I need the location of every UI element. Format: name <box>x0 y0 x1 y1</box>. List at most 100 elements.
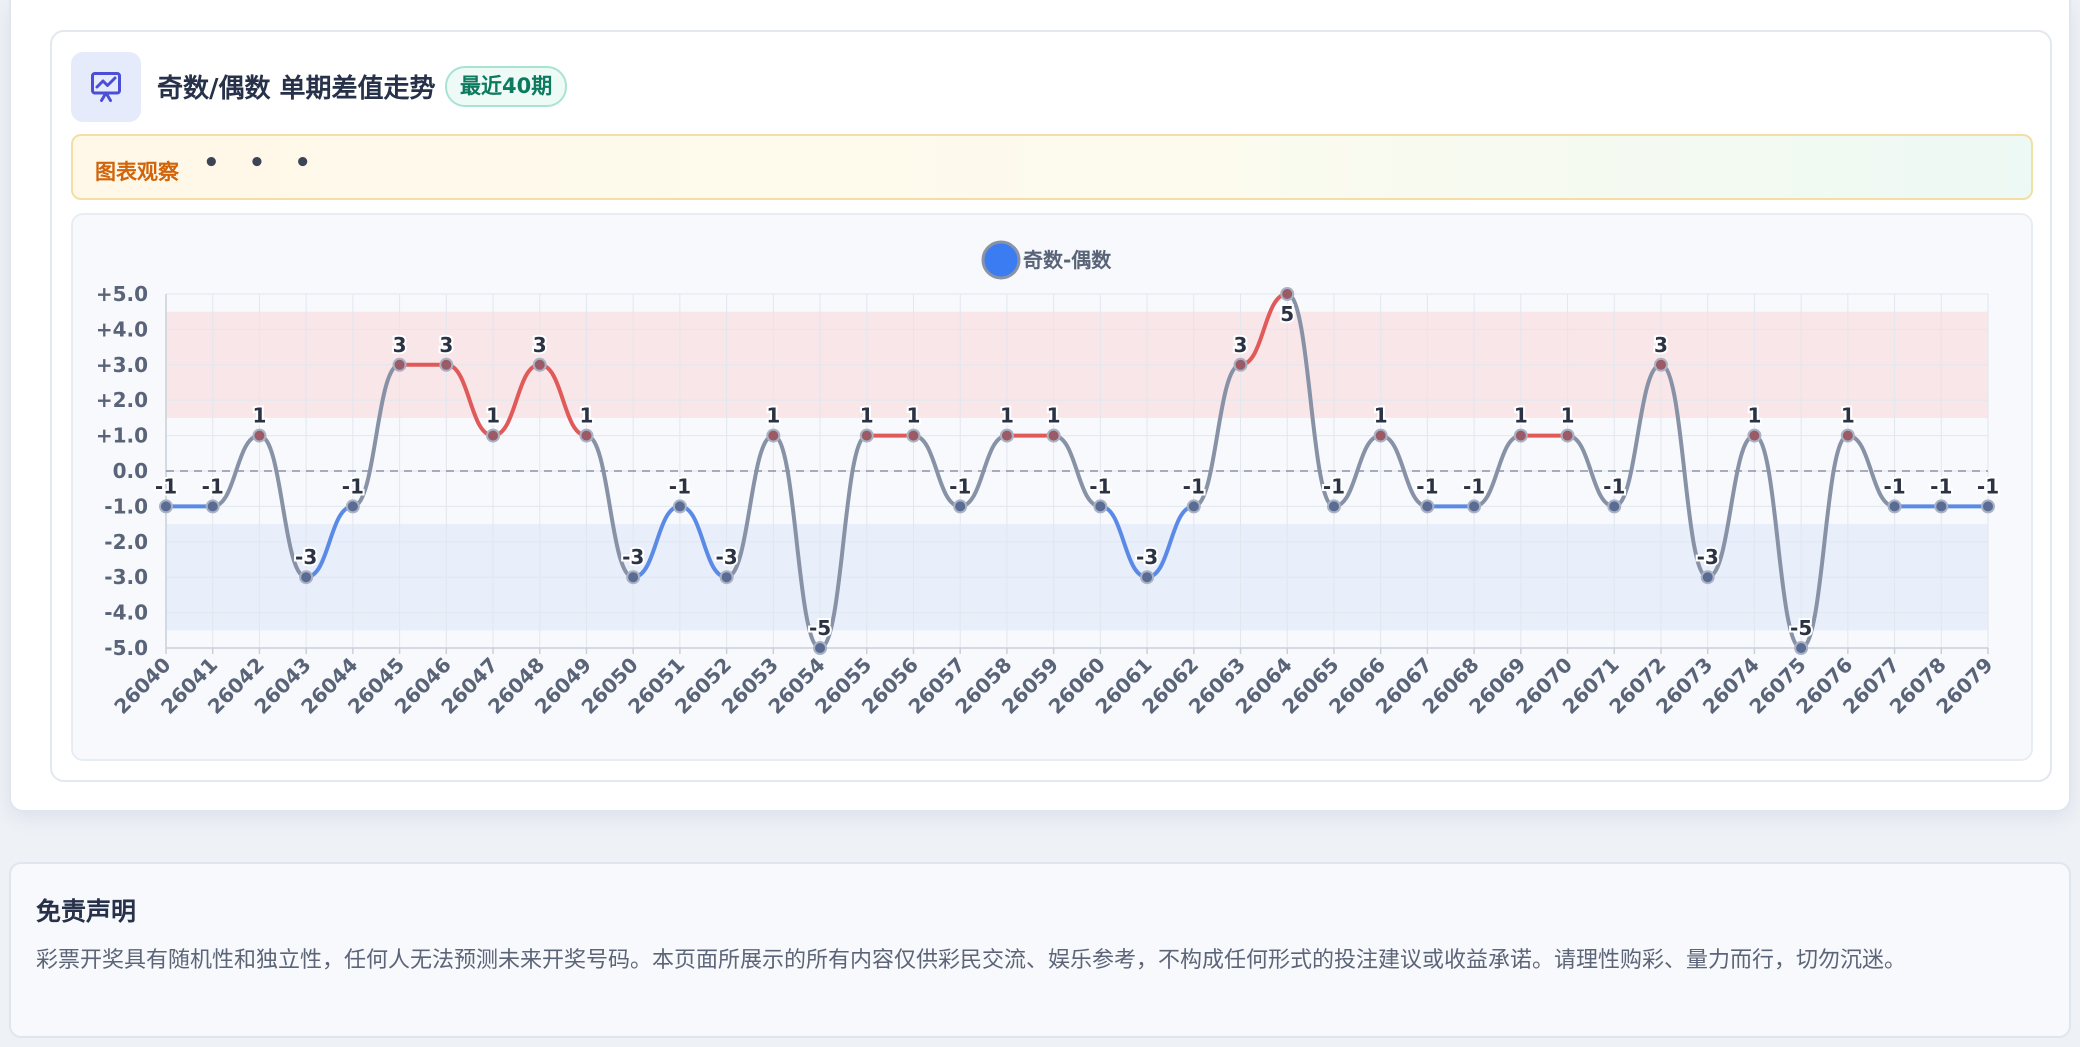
data-point <box>1046 428 1061 443</box>
data-label: -3 <box>716 545 738 569</box>
data-label: -1 <box>1416 474 1438 498</box>
data-point <box>1981 499 1995 514</box>
data-label: -1 <box>342 474 364 498</box>
data-point <box>252 428 267 443</box>
data-label: 3 <box>1234 333 1248 357</box>
data-label: 1 <box>486 404 500 428</box>
data-point <box>672 499 687 514</box>
data-point <box>1560 428 1575 443</box>
data-point <box>1280 287 1295 301</box>
data-label: 1 <box>580 404 594 428</box>
presentation-chart-icon <box>71 52 141 122</box>
y-tick-label: -5.0 <box>104 636 148 660</box>
data-point <box>532 357 547 372</box>
data-label: -3 <box>1136 545 1158 569</box>
disclaimer-text: 彩票开奖具有随机性和独立性，任何人无法预测未来开奖号码。本页面所展示的所有内容仅… <box>36 948 1907 973</box>
data-point <box>1840 428 1855 443</box>
y-tick-label: -1.0 <box>104 494 148 518</box>
data-point <box>999 428 1014 443</box>
data-point <box>1186 499 1201 514</box>
data-point <box>1747 428 1762 443</box>
data-label: 3 <box>533 333 547 357</box>
data-label: 1 <box>766 404 780 428</box>
data-label: -1 <box>1603 474 1625 498</box>
y-tick-label: +4.0 <box>96 317 148 341</box>
data-point <box>906 428 921 443</box>
data-point <box>1887 499 1902 514</box>
data-label: -1 <box>949 474 971 498</box>
chart-title: 奇数/偶数 单期差值走势 <box>157 74 436 104</box>
data-label: -1 <box>1930 474 1952 498</box>
data-label: 3 <box>439 333 453 357</box>
y-tick-label: -3.0 <box>104 565 148 589</box>
data-label: -1 <box>1977 474 1999 498</box>
data-label: -3 <box>622 545 644 569</box>
data-label: -5 <box>1790 616 1812 640</box>
data-label: 1 <box>860 404 874 428</box>
y-tick-label: -4.0 <box>104 601 148 625</box>
data-point <box>1513 428 1528 443</box>
y-tick-label: +3.0 <box>96 353 148 377</box>
data-label: -3 <box>295 545 317 569</box>
odd-even-diff-chart: +5.0 +4.0 +3.0 +2.0 +1.0 0.0 -1.0 -2.0 -3.0 -4.0 -… <box>96 240 2001 719</box>
data-point <box>1093 499 1108 514</box>
data-point <box>1326 499 1341 514</box>
data-label: -1 <box>1183 474 1205 498</box>
data-label: -1 <box>1463 474 1485 498</box>
data-point <box>766 428 781 443</box>
data-point <box>205 499 220 514</box>
disclaimer-title: 免责声明 <box>36 897 137 926</box>
data-point <box>1934 499 1949 514</box>
period-badge: 最近40期 <box>445 66 568 107</box>
data-label: 1 <box>907 404 921 428</box>
data-point <box>1373 428 1388 443</box>
observation-bar[interactable]: 图表观察 • • • <box>71 134 2033 200</box>
data-label: -1 <box>1883 474 1905 498</box>
data-label: -1 <box>1089 474 1111 498</box>
y-tick-label: +2.0 <box>96 388 148 412</box>
data-point <box>719 570 734 585</box>
disclaimer-section: 免责声明 彩票开奖具有随机性和独立性，任何人无法预测未来开奖号码。本页面所展示的… <box>9 862 2071 1038</box>
y-tick-label: +5.0 <box>96 282 148 306</box>
data-label: 1 <box>1374 404 1388 428</box>
data-point <box>299 570 314 585</box>
data-label: 1 <box>1047 404 1061 428</box>
chart-area: +5.0 +4.0 +3.0 +2.0 +1.0 0.0 -1.0 -2.0 -3.0 -4.0 -… <box>71 213 2033 761</box>
data-label: -5 <box>809 616 831 640</box>
y-tick-label: +1.0 <box>96 424 148 448</box>
data-label: 1 <box>1514 404 1528 428</box>
legend-swatch <box>981 240 1021 280</box>
data-label: 1 <box>1561 404 1575 428</box>
y-tick-label: -2.0 <box>104 530 148 554</box>
data-point <box>1140 570 1155 585</box>
legend-label: 奇数-偶数 <box>1023 248 1112 272</box>
data-label: -3 <box>1697 545 1719 569</box>
data-point <box>953 499 968 514</box>
more-dots-icon[interactable]: • • • <box>203 148 321 178</box>
data-label: 5 <box>1280 302 1294 326</box>
data-point <box>1794 641 1809 655</box>
trend-panel: 奇数/偶数 单期差值走势 最近40期 图表观察 • • • +5.0 +4.0 +3… <box>9 0 2071 812</box>
data-point <box>1420 499 1435 514</box>
data-point <box>626 570 641 585</box>
data-point <box>439 357 454 372</box>
data-point <box>1700 570 1715 585</box>
y-tick-label: 0.0 <box>113 459 148 483</box>
data-label: 1 <box>1841 404 1855 428</box>
data-label: 3 <box>1654 333 1668 357</box>
observation-label: 图表观察 <box>95 160 179 184</box>
data-point <box>345 499 360 514</box>
data-point <box>1607 499 1622 514</box>
data-point <box>859 428 874 443</box>
data-label: -1 <box>155 474 177 498</box>
data-point <box>1233 357 1248 372</box>
data-point <box>1467 499 1482 514</box>
data-point <box>159 499 173 514</box>
data-point <box>392 357 407 372</box>
data-point <box>813 641 828 655</box>
data-label: 1 <box>1000 404 1014 428</box>
data-point <box>1653 357 1668 372</box>
data-label: -1 <box>1323 474 1345 498</box>
data-point <box>486 428 501 443</box>
data-label: 1 <box>1747 404 1761 428</box>
